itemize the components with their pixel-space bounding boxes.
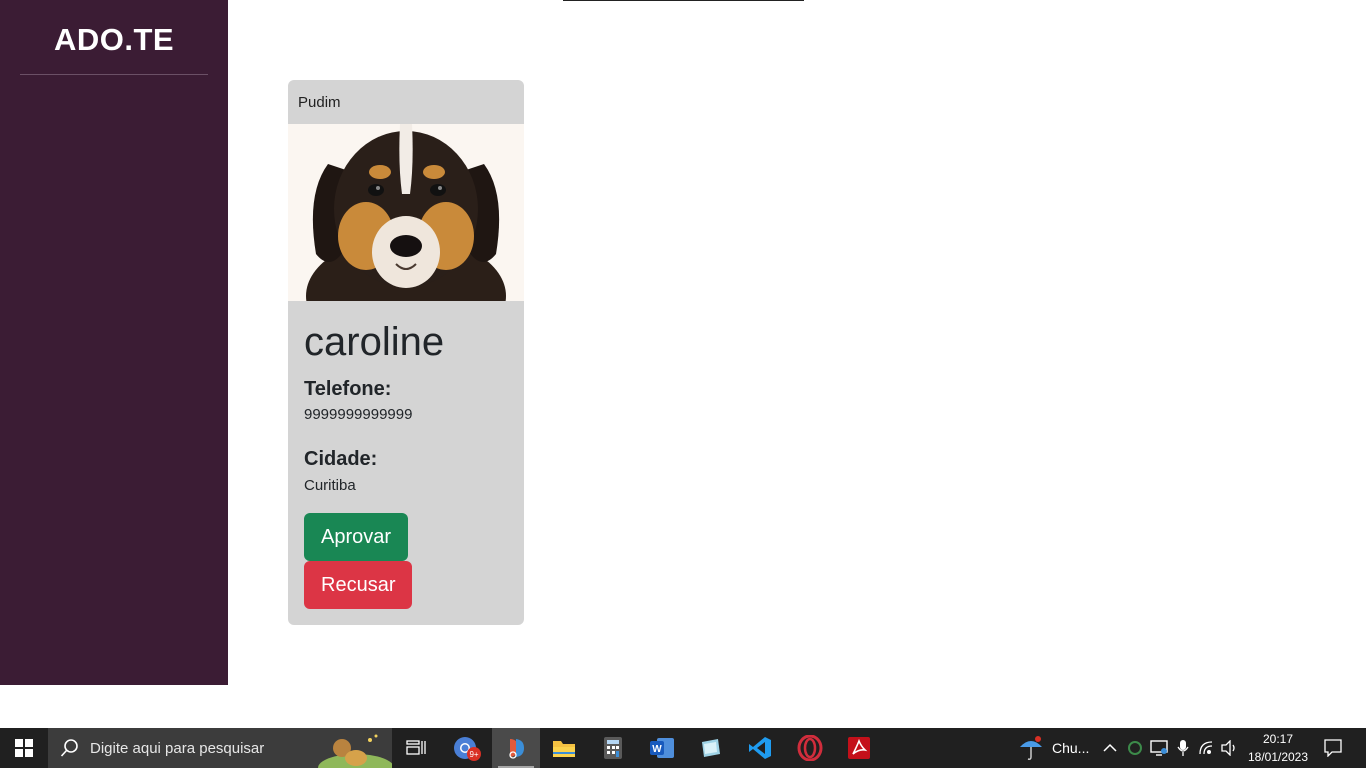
weather-text: Chu... (1052, 740, 1090, 756)
taskbar-snipping-tool[interactable] (492, 728, 540, 768)
clock-time: 20:17 (1262, 732, 1294, 746)
tray-network[interactable] (1196, 728, 1218, 768)
taskbar-file-explorer[interactable] (540, 728, 588, 768)
start-button[interactable] (0, 728, 48, 768)
windows-icon (15, 739, 33, 757)
taskbar-notes[interactable] (687, 728, 735, 768)
reject-button[interactable]: Recusar (304, 561, 413, 609)
task-view-button[interactable] (392, 728, 440, 768)
adoption-request-card: Pudim caroline Telefone: 9999999999999 C… (288, 80, 524, 625)
monitor-icon (1150, 740, 1168, 756)
sidebar: ADO.TE (0, 0, 228, 685)
wifi-icon (1199, 741, 1213, 755)
search-placeholder: Digite aqui para pesquisar (90, 739, 265, 757)
calculator-icon (604, 737, 622, 759)
opera-icon (797, 735, 823, 761)
pdf-icon (848, 737, 870, 759)
phone-label: Telefone: (304, 378, 392, 400)
microphone-icon (1177, 740, 1189, 756)
taskbar-search[interactable]: Digite aqui para pesquisar (48, 728, 392, 768)
tray-volume[interactable] (1218, 728, 1240, 768)
chevron-up-icon (1103, 743, 1117, 752)
brand-logo[interactable]: ADO.TE (0, 22, 228, 58)
notes-icon (702, 739, 720, 757)
phone-value: 9999999999999 (304, 406, 413, 423)
approve-button[interactable]: Aprovar (304, 513, 409, 561)
pet-photo (288, 124, 524, 301)
chrome-icon: 9+ (454, 737, 481, 761)
tray-microphone[interactable] (1172, 728, 1194, 768)
taskbar-word[interactable]: W (638, 728, 686, 768)
owner-name: caroline (304, 320, 445, 364)
sync-icon (1128, 741, 1142, 755)
taskbar-opera[interactable] (786, 728, 834, 768)
speaker-icon (1221, 740, 1235, 756)
task-view-icon (406, 740, 426, 755)
taskbar-vscode[interactable] (736, 728, 784, 768)
vscode-icon (749, 737, 771, 759)
notification-icon (1324, 739, 1342, 757)
pet-name: Pudim (298, 94, 341, 111)
word-icon: W (650, 738, 674, 758)
search-icon (60, 739, 78, 757)
notification-center-button[interactable] (1318, 728, 1348, 768)
tray-sync[interactable] (1124, 728, 1146, 768)
tray-expand-button[interactable] (1100, 728, 1120, 768)
umbrella-icon (1020, 736, 1042, 760)
sidebar-divider (20, 74, 208, 75)
taskbar-calculator[interactable] (589, 728, 637, 768)
taskbar-clock[interactable]: 20:17 18/01/2023 (1240, 730, 1316, 766)
city-label: Cidade: (304, 448, 378, 470)
clock-date: 18/01/2023 (1247, 750, 1309, 764)
svg-text:W: W (652, 744, 662, 755)
weather-widget[interactable]: Chu... (1018, 728, 1094, 768)
taskbar-acrobat[interactable] (835, 728, 883, 768)
folder-icon (553, 741, 575, 757)
search-highlight-icon (318, 734, 392, 768)
taskbar-chrome[interactable]: 9+ (443, 728, 491, 768)
snipping-tool-icon (509, 739, 524, 759)
chrome-badge: 9+ (469, 750, 478, 759)
taskbar: Digite aqui para pesquisar 9+ W Chu... 2… (0, 728, 1366, 768)
city-value: Curitiba (304, 477, 356, 494)
tray-security[interactable] (1148, 728, 1170, 768)
top-divider (563, 0, 804, 1)
